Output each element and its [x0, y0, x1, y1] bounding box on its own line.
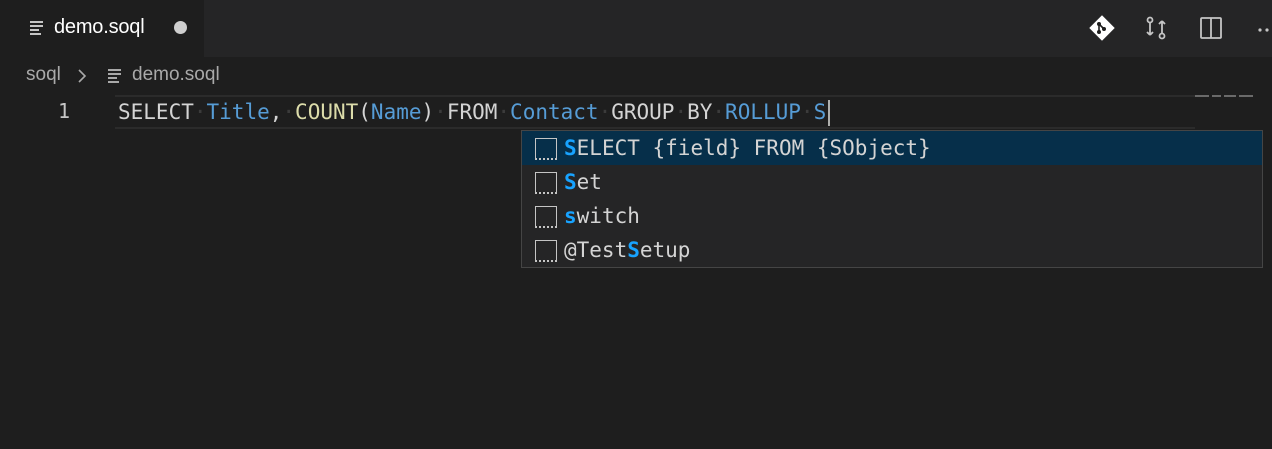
whitespace-dot: · — [674, 100, 688, 124]
file-lines-icon — [30, 21, 43, 35]
suggestion-label: switch — [564, 204, 640, 228]
whitespace-dot: · — [282, 100, 296, 124]
tab-title: demo.soql — [54, 16, 145, 38]
snippet-icon — [535, 138, 557, 160]
code-token: Title — [206, 100, 270, 124]
breadcrumb-file[interactable]: demo.soql — [132, 64, 220, 86]
whitespace-dot: · — [434, 100, 447, 124]
whitespace-dot: · — [497, 100, 511, 124]
suggestion-item[interactable]: @TestSetup — [522, 233, 1262, 267]
breadcrumb-folder[interactable]: soql — [26, 64, 61, 86]
open-changes-icon[interactable] — [1141, 13, 1171, 43]
suggestion-label: @TestSetup — [564, 238, 691, 262]
code-token: ROLLUP — [725, 100, 801, 124]
code-token: Name — [370, 100, 422, 124]
git-icon[interactable] — [1087, 13, 1117, 43]
whitespace-dot: · — [800, 100, 814, 124]
file-lines-icon — [108, 69, 121, 83]
code-token: Contact — [510, 100, 599, 124]
code-token: COUNT — [295, 100, 359, 124]
snippet-icon — [535, 206, 557, 228]
minimap[interactable] — [1195, 95, 1253, 99]
code-token: GROUP — [611, 100, 675, 124]
code-token: FROM — [446, 100, 498, 124]
unsaved-dot-icon[interactable] — [174, 21, 187, 34]
suggestion-item[interactable]: switch — [522, 199, 1262, 233]
code-token: S — [813, 100, 827, 124]
whitespace-dot: · — [598, 100, 612, 124]
chevron-right-icon — [75, 66, 89, 86]
code-token: ) — [421, 100, 435, 124]
code-token: , — [269, 100, 283, 124]
suggestion-label: SELECT {field} FROM {SObject} — [564, 136, 931, 160]
whitespace-dot: · — [193, 100, 207, 124]
code-token: ( — [358, 100, 371, 124]
suggestion-item[interactable]: Set — [522, 165, 1262, 199]
tab-demo-soql[interactable]: demo.soql — [0, 0, 204, 57]
whitespace-dot: · — [712, 100, 726, 124]
split-editor-icon[interactable] — [1196, 13, 1226, 43]
text-cursor — [828, 100, 831, 126]
snippet-icon — [535, 172, 557, 194]
code-token: SELECT — [118, 100, 194, 124]
code-token: BY — [687, 100, 713, 124]
editor-tab-bar: demo.soql — [0, 0, 1272, 57]
suggest-widget: SELECT {field} FROM {SObject} Set switch @T… — [521, 130, 1263, 268]
snippet-icon — [535, 240, 557, 262]
code-line[interactable]: SELECT·Title,·COUNT(Name)·FROM·Contact·G… — [118, 98, 831, 126]
suggestion-label: Set — [564, 170, 602, 194]
more-actions-icon[interactable] — [1252, 13, 1272, 43]
line-number: 1 — [58, 99, 71, 123]
suggestion-item[interactable]: SELECT {field} FROM {SObject} — [522, 131, 1262, 165]
